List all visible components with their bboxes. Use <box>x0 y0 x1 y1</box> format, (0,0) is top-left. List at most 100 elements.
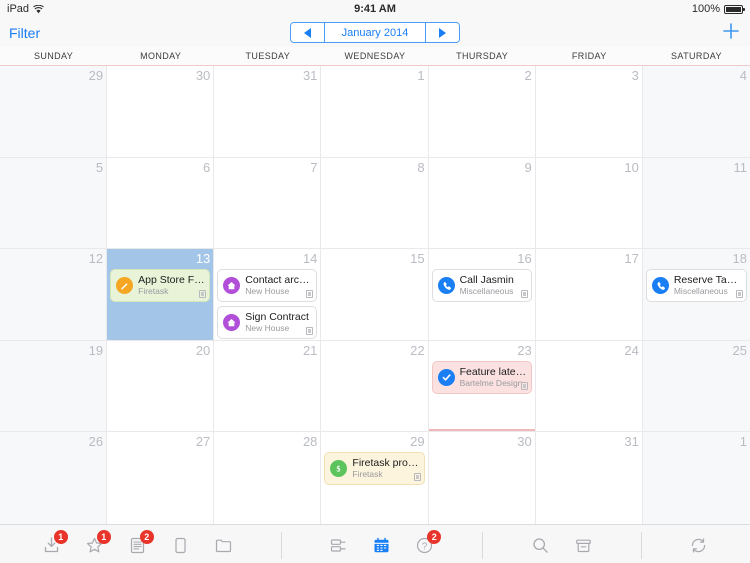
day-number: 2 <box>524 68 532 83</box>
day-number: 14 <box>302 251 318 267</box>
add-event-button[interactable] <box>721 21 741 44</box>
calendar-day-cell[interactable]: 2 <box>428 66 536 158</box>
weekday-label-thursday: THURSDAY <box>456 51 509 61</box>
calendar-day-cell[interactable]: 7 <box>214 157 322 250</box>
filter-button[interactable]: Filter <box>9 25 40 41</box>
event-title: Reserve Tabl… <box>673 274 742 287</box>
toolbar-group: ? 2 <box>317 525 446 563</box>
navigation-bar: Filter January 2014 <box>0 18 750 47</box>
calendar-day-cell[interactable]: 27 <box>107 432 215 524</box>
next-month-button[interactable] <box>425 23 459 42</box>
inbox-button[interactable]: 1 <box>30 525 73 563</box>
calendar-day-cell[interactable]: 25 <box>642 340 750 433</box>
calendar-day-cell[interactable]: 5 <box>0 157 108 250</box>
sync-button[interactable] <box>677 525 720 563</box>
event-card[interactable]: App Store Fe… Firetask <box>110 269 211 303</box>
calendar-day-cell[interactable]: 15 <box>321 249 429 341</box>
dollar-icon: $ <box>330 460 348 478</box>
event-subtitle: Miscellaneous <box>459 286 514 297</box>
event-card[interactable]: Contact archi… New House <box>217 269 318 303</box>
calendar-day-cell[interactable]: 1 <box>321 66 429 158</box>
search-icon <box>533 537 548 553</box>
device-name: iPad <box>7 3 30 15</box>
day-number: 30 <box>517 434 532 450</box>
toolbar-separator <box>482 531 483 559</box>
page-button[interactable] <box>159 525 202 563</box>
event-text: Firetask pro… Firetask <box>352 457 419 480</box>
house-icon <box>223 314 241 332</box>
calendar-day-cell[interactable]: 4 <box>642 66 750 158</box>
calendar-day-cell[interactable]: 11 <box>642 157 750 250</box>
calendar-day-cell[interactable]: 30 <box>107 66 215 158</box>
calendar-day-cell[interactable]: 19 <box>0 340 108 433</box>
weekday-label-saturday: SATURDAY <box>670 51 722 61</box>
note-indicator-icon <box>520 290 528 299</box>
event-card[interactable]: Sign Contract New House <box>217 306 318 340</box>
event-card[interactable]: Reserve Tabl… Miscellaneous <box>645 269 747 303</box>
folder-icon <box>215 539 231 552</box>
day-number: 27 <box>195 434 211 450</box>
list-button[interactable]: 2 <box>116 525 159 563</box>
event-card[interactable]: Call Jasmin Miscellaneous <box>431 269 532 303</box>
help-button[interactable]: ? 2 <box>403 525 446 563</box>
event-card[interactable]: Feature lates… Bartelme Design <box>431 360 532 394</box>
calendar-day-cell[interactable]: 29 $ Firetask pro… Firetask <box>321 432 429 524</box>
day-number: 1 <box>417 68 425 83</box>
month-label-button[interactable]: January 2014 <box>325 23 425 42</box>
day-number: 15 <box>410 251 425 267</box>
month-segmented-control: January 2014 <box>290 22 460 43</box>
status-right: 100% <box>691 3 745 15</box>
calendar-day-cell[interactable]: 17 <box>535 249 643 341</box>
calendar-day-cell[interactable]: 31 <box>536 432 643 524</box>
archive-button[interactable] <box>562 525 605 563</box>
search-button[interactable] <box>519 525 562 563</box>
calendar-day-cell[interactable]: 22 <box>321 340 429 433</box>
calendar-day-cell[interactable]: 28 <box>214 432 322 524</box>
calendar-day-cell[interactable]: 8 <box>321 157 429 250</box>
day-event-list: Call Jasmin Miscellaneous <box>431 269 532 303</box>
day-number: 29 <box>410 434 425 450</box>
status-bar: iPad 9:41 AM 100% <box>0 0 750 18</box>
calendar-day-cell[interactable]: 24 <box>535 340 643 433</box>
event-card[interactable]: $ Firetask pro… Firetask <box>324 452 425 486</box>
bottom-toolbar: 1 1 2 ? 2 <box>0 524 750 563</box>
day-number: 20 <box>195 342 211 358</box>
calendar-day-cell[interactable]: 23 Feature lates… Bartelme Design <box>428 340 536 433</box>
calendar-day-cell[interactable]: 9 <box>428 157 536 250</box>
calendar-day-cell[interactable]: 1 <box>642 432 750 524</box>
day-event-list: App Store Fe… Firetask <box>110 269 211 303</box>
calendar-day-cell[interactable]: 31 <box>214 66 322 158</box>
event-subtitle: Firetask <box>138 286 169 297</box>
day-number: 12 <box>88 251 104 267</box>
note-indicator-icon <box>199 290 207 299</box>
day-number: 31 <box>302 68 318 83</box>
calendar-day-cell[interactable]: 18 Reserve Tabl… Miscellaneous <box>642 249 750 341</box>
calendar-day-cell[interactable]: 20 <box>107 340 215 433</box>
event-title: Feature lates… <box>459 365 527 378</box>
event-title: App Store Fe… <box>138 274 206 287</box>
calendar-day-cell[interactable]: 12 <box>0 249 108 341</box>
folder-button[interactable] <box>202 525 245 563</box>
battery-percent-label: 100% <box>691 3 720 15</box>
star-button[interactable]: 1 <box>73 525 116 563</box>
previous-month-button[interactable] <box>291 23 325 42</box>
calendar-day-cell[interactable]: 10 <box>535 157 643 250</box>
calendar-day-cell[interactable]: 6 <box>107 157 215 250</box>
calendar-day-cell[interactable]: 21 <box>214 340 322 433</box>
calendar-day-cell[interactable]: 16 Call Jasmin Miscellaneous <box>428 249 536 341</box>
badge-count: 2 <box>139 529 154 544</box>
day-number: 6 <box>203 159 211 175</box>
calendar-day-cell[interactable]: 14 Contact archi… New House Sign Contract Ne… <box>214 249 322 341</box>
weekday-label-sunday: SUNDAY <box>33 51 74 61</box>
calendar-day-cell[interactable]: 29 <box>0 66 108 158</box>
day-number: 21 <box>302 342 318 358</box>
wifi-icon <box>33 4 44 14</box>
calendar-day-cell[interactable]: 13 App Store Fe… Firetask <box>107 249 215 341</box>
calendar-button[interactable] <box>360 525 403 563</box>
status-time: 9:41 AM <box>354 3 396 15</box>
calendar-day-cell[interactable]: 26 <box>0 432 108 524</box>
calendar-day-cell[interactable]: 3 <box>535 66 643 158</box>
day-number: 28 <box>302 434 318 450</box>
projects-button[interactable] <box>317 525 360 563</box>
calendar-day-cell[interactable]: 30 <box>429 432 536 524</box>
